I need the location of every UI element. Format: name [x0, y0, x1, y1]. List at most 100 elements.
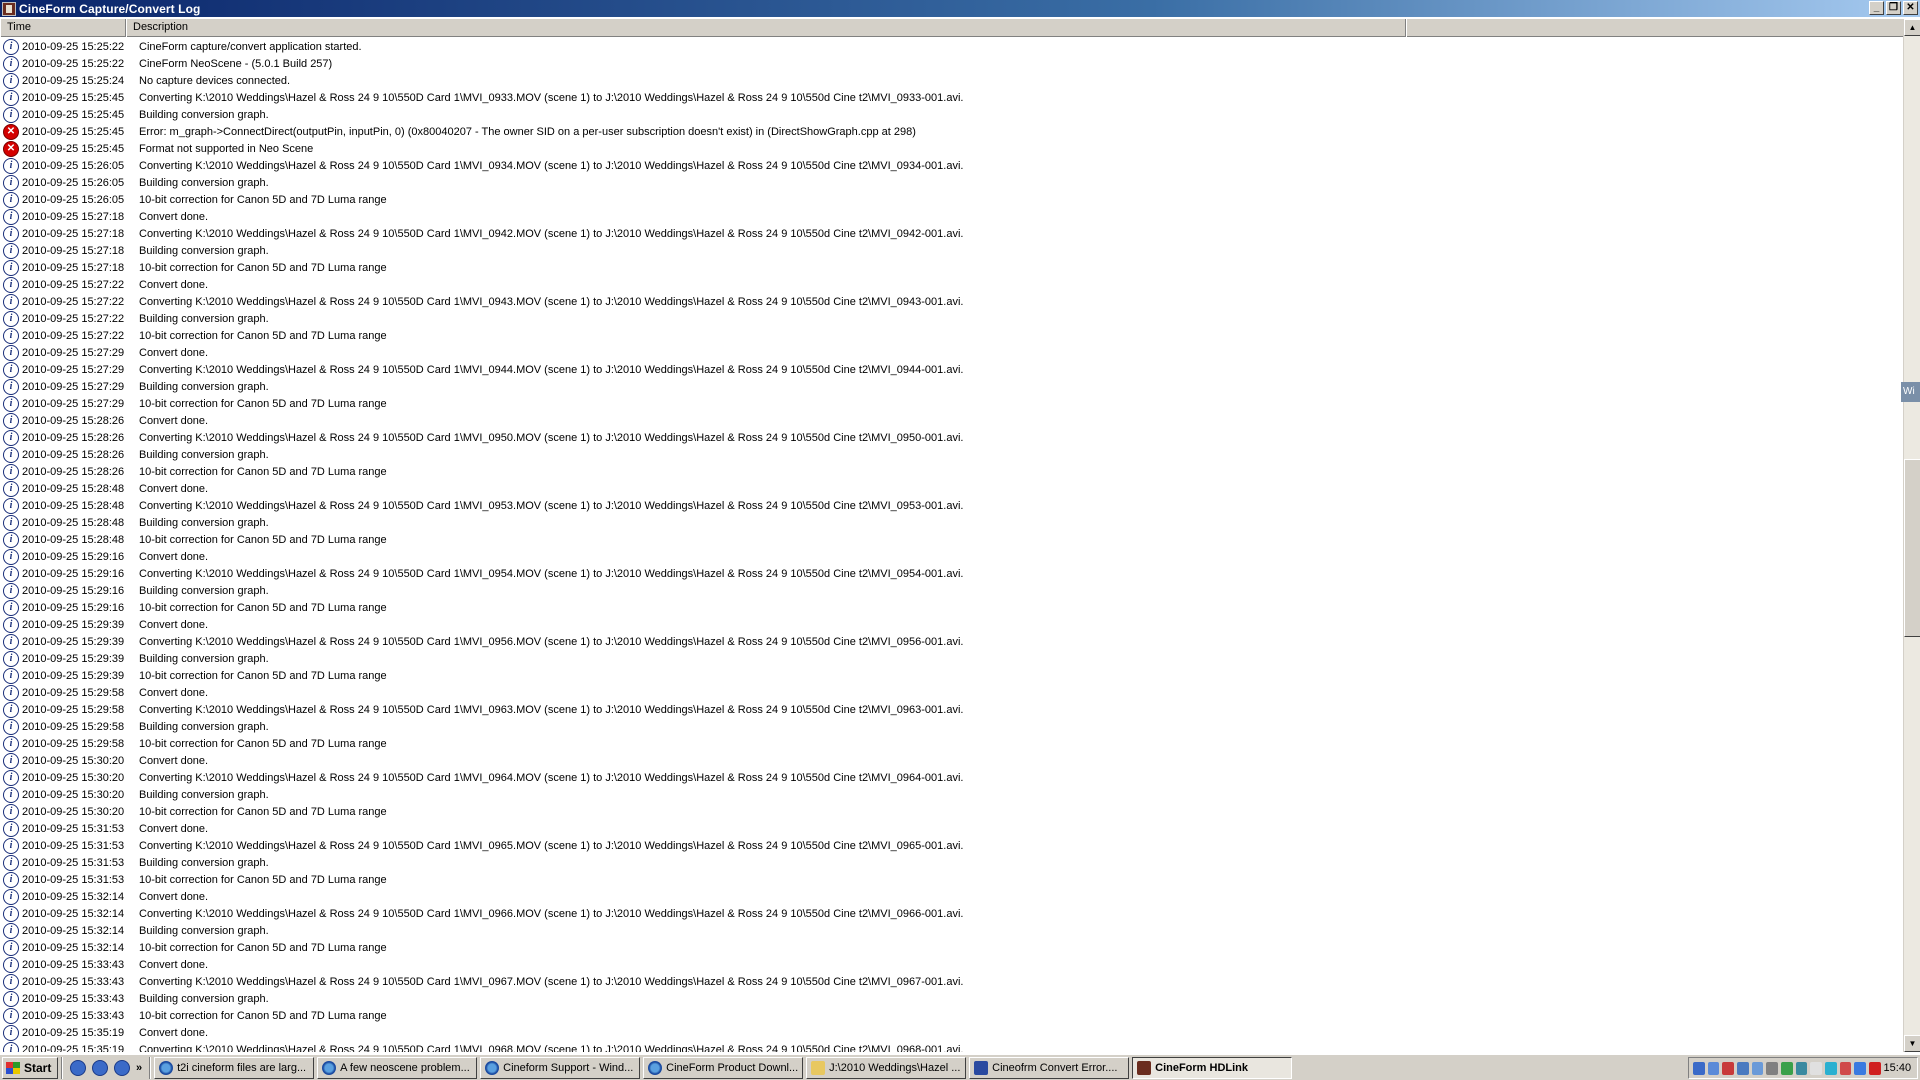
minimize-button[interactable]: _	[1869, 1, 1884, 15]
log-row[interactable]: i 2010-09-25 15:30:20 Convert done.	[0, 752, 1903, 769]
media-player-icon[interactable]	[114, 1059, 130, 1076]
log-row[interactable]: i 2010-09-25 15:31:53 10-bit correction fo…	[0, 871, 1903, 888]
column-header-time[interactable]: Time	[0, 19, 126, 37]
log-row[interactable]: i 2010-09-25 15:29:58 Converting K:\2010 W…	[0, 701, 1903, 718]
tray-blank-icon[interactable]	[1810, 1061, 1822, 1075]
taskbar-button[interactable]: Cineform Support - Wind...	[480, 1056, 641, 1079]
log-row[interactable]: i 2010-09-25 15:25:24 No capture devices c…	[0, 72, 1903, 89]
log-row[interactable]: i 2010-09-25 15:31:53 Converting K:\2010 W…	[0, 837, 1903, 854]
log-row[interactable]: i 2010-09-25 15:29:16 10-bit correction fo…	[0, 599, 1903, 616]
log-row[interactable]: i 2010-09-25 15:27:22 Convert done.	[0, 276, 1903, 293]
log-row[interactable]: i 2010-09-25 15:31:53 Building conversion …	[0, 854, 1903, 871]
info-icon: i	[3, 225, 19, 242]
log-row[interactable]: i 2010-09-25 15:31:53 Convert done.	[0, 820, 1903, 837]
log-row[interactable]: i 2010-09-25 15:25:22 CineForm capture/con…	[0, 38, 1903, 55]
log-row[interactable]: ✕ 2010-09-25 15:25:45 Error: m_graph->Conn…	[0, 123, 1903, 140]
tray-alert-icon[interactable]	[1722, 1061, 1734, 1075]
log-row[interactable]: i 2010-09-25 15:30:20 Converting K:\2010 W…	[0, 769, 1903, 786]
log-row[interactable]: i 2010-09-25 15:33:43 Converting K:\2010 W…	[0, 973, 1903, 990]
log-row[interactable]: i 2010-09-25 15:27:29 Converting K:\2010 W…	[0, 361, 1903, 378]
tray-app-icon[interactable]	[1751, 1061, 1764, 1075]
scroll-up-button[interactable]: ▲	[1904, 19, 1920, 36]
log-row[interactable]: i 2010-09-25 15:29:58 Convert done.	[0, 684, 1903, 701]
vertical-scrollbar[interactable]: ▲ ▼	[1903, 19, 1920, 1052]
log-row[interactable]: ✕ 2010-09-25 15:25:45 Format not supported…	[0, 140, 1903, 157]
clock[interactable]: 15:40	[1884, 1062, 1912, 1074]
scroll-thumb[interactable]	[1904, 459, 1920, 637]
log-row[interactable]: i 2010-09-25 15:29:58 Building conversion …	[0, 718, 1903, 735]
cineform-app-icon[interactable]	[2, 1, 16, 16]
tray-disk-icon[interactable]	[1766, 1061, 1778, 1075]
log-row[interactable]: i 2010-09-25 15:25:22 CineForm NeoScene - …	[0, 55, 1903, 72]
column-header-empty[interactable]	[1406, 19, 1903, 37]
taskbar-button[interactable]: J:\2010 Weddings\Hazel ...	[806, 1056, 967, 1079]
log-row[interactable]: i 2010-09-25 15:29:39 Building conversion …	[0, 650, 1903, 667]
log-row[interactable]: i 2010-09-25 15:25:45 Building conversion …	[0, 106, 1903, 123]
tray-network-icon[interactable]	[1693, 1061, 1705, 1075]
log-row[interactable]: i 2010-09-25 15:27:29 10-bit correction fo…	[0, 395, 1903, 412]
log-row[interactable]: i 2010-09-25 15:26:05 Converting K:\2010 W…	[0, 157, 1903, 174]
log-row[interactable]: i 2010-09-25 15:27:29 Convert done.	[0, 344, 1903, 361]
taskbar-button[interactable]: CineForm HDLink	[1132, 1056, 1293, 1079]
maximize-button[interactable]: ❐	[1886, 1, 1901, 15]
log-row[interactable]: i 2010-09-25 15:26:05 10-bit correction fo…	[0, 191, 1903, 208]
log-row[interactable]: i 2010-09-25 15:29:16 Converting K:\2010 W…	[0, 565, 1903, 582]
side-tab[interactable]: Wi	[1901, 382, 1920, 402]
log-row[interactable]: i 2010-09-25 15:29:39 Converting K:\2010 W…	[0, 633, 1903, 650]
log-row[interactable]: i 2010-09-25 15:27:22 Building conversion …	[0, 310, 1903, 327]
tray-sync-icon[interactable]	[1795, 1061, 1808, 1075]
log-row[interactable]: i 2010-09-25 15:28:48 Convert done.	[0, 480, 1903, 497]
log-row[interactable]: i 2010-09-25 15:28:48 10-bit correction fo…	[0, 531, 1903, 548]
log-row[interactable]: i 2010-09-25 15:27:18 Converting K:\2010 W…	[0, 225, 1903, 242]
ie-quicklaunch-icon[interactable]	[92, 1059, 108, 1076]
log-row[interactable]: i 2010-09-25 15:28:26 10-bit correction fo…	[0, 463, 1903, 480]
log-row[interactable]: i 2010-09-25 15:27:22 10-bit correction fo…	[0, 327, 1903, 344]
log-row[interactable]: i 2010-09-25 15:30:20 10-bit correction fo…	[0, 803, 1903, 820]
log-row[interactable]: i 2010-09-25 15:32:14 10-bit correction fo…	[0, 939, 1903, 956]
log-row[interactable]: i 2010-09-25 15:29:16 Building conversion …	[0, 582, 1903, 599]
log-row[interactable]: i 2010-09-25 15:25:45 Converting K:\2010 W…	[0, 89, 1903, 106]
tray-red-icon[interactable]	[1839, 1061, 1852, 1075]
tray-globe-icon[interactable]	[1824, 1061, 1837, 1075]
log-row[interactable]: i 2010-09-25 15:33:43 Convert done.	[0, 956, 1903, 973]
log-row[interactable]: i 2010-09-25 15:29:58 10-bit correction fo…	[0, 735, 1903, 752]
tray-c-icon[interactable]	[1868, 1061, 1881, 1075]
tray-monitor-icon[interactable]	[1707, 1061, 1720, 1075]
log-row[interactable]: i 2010-09-25 15:28:26 Building conversion …	[0, 446, 1903, 463]
log-row[interactable]: i 2010-09-25 15:29:16 Convert done.	[0, 548, 1903, 565]
log-row[interactable]: i 2010-09-25 15:33:43 Building conversion …	[0, 990, 1903, 1007]
taskbar-button[interactable]: A few neoscene problem...	[317, 1056, 478, 1079]
chevron-right-icon[interactable]: »	[136, 1062, 142, 1074]
log-row[interactable]: i 2010-09-25 15:28:26 Converting K:\2010 W…	[0, 429, 1903, 446]
log-row[interactable]: i 2010-09-25 15:28:48 Building conversion …	[0, 514, 1903, 531]
log-row[interactable]: i 2010-09-25 15:28:26 Convert done.	[0, 412, 1903, 429]
tray-display-icon[interactable]	[1736, 1061, 1749, 1075]
taskbar-button[interactable]: CineForm Product Downl...	[643, 1056, 804, 1079]
scroll-down-button[interactable]: ▼	[1904, 1035, 1920, 1052]
log-row[interactable]: i 2010-09-25 15:27:18 10-bit correction fo…	[0, 259, 1903, 276]
log-row[interactable]: i 2010-09-25 15:26:05 Building conversion …	[0, 174, 1903, 191]
log-row[interactable]: i 2010-09-25 15:27:22 Converting K:\2010 W…	[0, 293, 1903, 310]
log-row[interactable]: i 2010-09-25 15:29:39 Convert done.	[0, 616, 1903, 633]
log-list[interactable]: i 2010-09-25 15:25:22 CineForm capture/con…	[0, 38, 1903, 1052]
log-row[interactable]: i 2010-09-25 15:32:14 Convert done.	[0, 888, 1903, 905]
close-button[interactable]: ✕	[1903, 1, 1918, 15]
taskbar-button[interactable]: Cineofrm Convert Error....	[969, 1056, 1130, 1079]
log-row[interactable]: i 2010-09-25 15:28:48 Converting K:\2010 W…	[0, 497, 1903, 514]
log-row[interactable]: i 2010-09-25 15:32:14 Converting K:\2010 W…	[0, 905, 1903, 922]
log-row[interactable]: i 2010-09-25 15:35:19 Converting K:\2010 W…	[0, 1041, 1903, 1052]
log-row[interactable]: i 2010-09-25 15:32:14 Building conversion …	[0, 922, 1903, 939]
column-header-description[interactable]: Description	[126, 19, 1406, 37]
tray-green-icon[interactable]	[1780, 1061, 1793, 1075]
log-row[interactable]: i 2010-09-25 15:27:18 Building conversion …	[0, 242, 1903, 259]
start-button[interactable]: Start	[2, 1056, 58, 1079]
log-row[interactable]: i 2010-09-25 15:33:43 10-bit correction fo…	[0, 1007, 1903, 1024]
log-row[interactable]: i 2010-09-25 15:29:39 10-bit correction fo…	[0, 667, 1903, 684]
taskbar-button[interactable]: t2i cineform files are larg...	[154, 1056, 315, 1079]
log-row[interactable]: i 2010-09-25 15:27:18 Convert done.	[0, 208, 1903, 225]
log-row[interactable]: i 2010-09-25 15:27:29 Building conversion …	[0, 378, 1903, 395]
desktop-icon[interactable]	[70, 1059, 86, 1076]
log-row[interactable]: i 2010-09-25 15:30:20 Building conversion …	[0, 786, 1903, 803]
tray-blue-icon[interactable]	[1854, 1061, 1866, 1075]
log-row[interactable]: i 2010-09-25 15:35:19 Convert done.	[0, 1024, 1903, 1041]
